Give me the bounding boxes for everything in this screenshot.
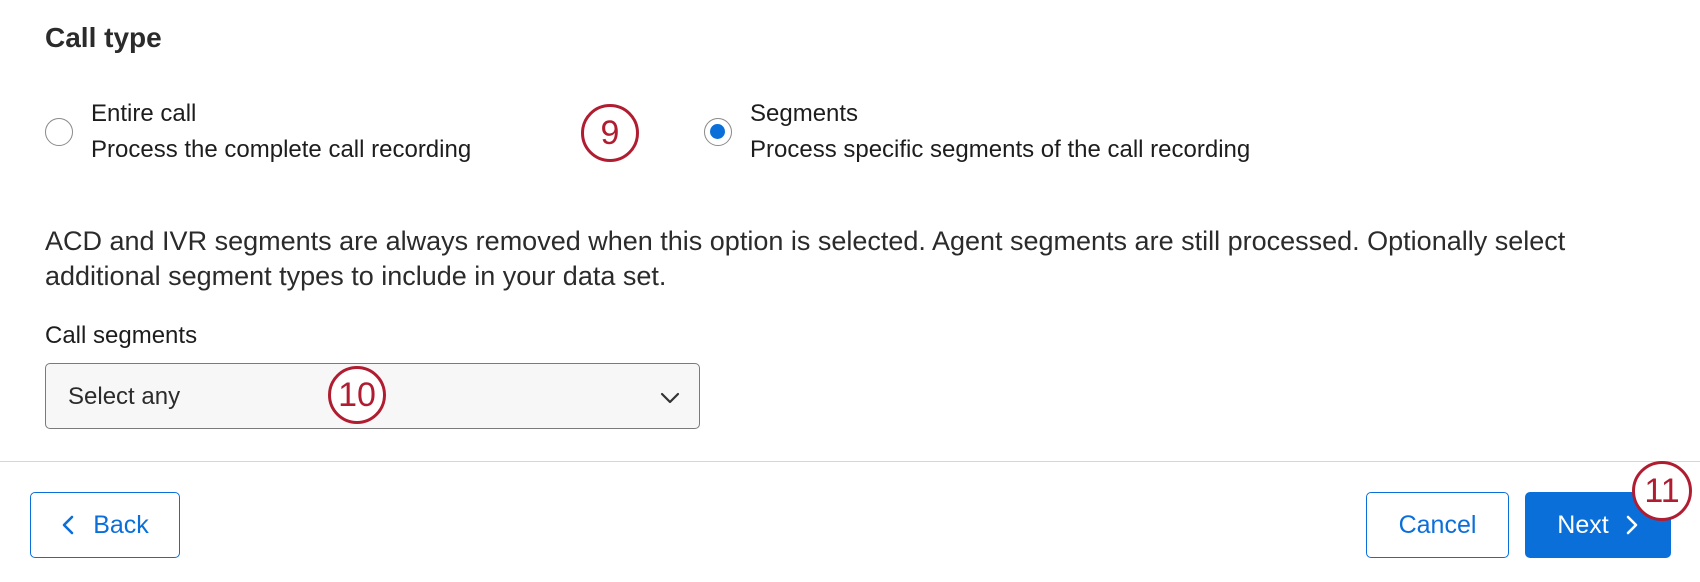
radio-button-checked[interactable]	[704, 118, 732, 146]
radio-label-entire-call: Entire call Process the complete call re…	[91, 96, 471, 168]
cancel-button[interactable]: Cancel	[1366, 492, 1509, 558]
chevron-down-icon	[660, 392, 680, 404]
back-button[interactable]: Back	[30, 492, 180, 558]
footer-divider	[0, 461, 1700, 462]
chevron-left-icon	[62, 515, 74, 535]
info-text: ACD and IVR segments are always removed …	[45, 226, 1566, 291]
chevron-right-icon	[1626, 515, 1638, 535]
option-description: Process specific segments of the call re…	[750, 136, 1251, 163]
callout-11: 11	[1632, 461, 1692, 521]
option-description: Process the complete call recording	[91, 136, 472, 163]
radio-entire-call[interactable]: Entire call Process the complete call re…	[45, 96, 471, 168]
option-title: Segments	[750, 100, 859, 127]
callout-9: 9	[581, 104, 639, 162]
option-title: Entire call	[91, 100, 197, 127]
select-placeholder: Select any	[68, 383, 181, 410]
cancel-label: Cancel	[1398, 510, 1477, 539]
back-label: Back	[93, 510, 149, 539]
section-title: Call type	[45, 22, 162, 53]
callout-10: 10	[328, 366, 386, 424]
radio-segments[interactable]: Segments Process specific segments of th…	[704, 96, 1250, 168]
call-segments-label: Call segments	[45, 322, 198, 349]
radio-button-unchecked[interactable]	[45, 118, 73, 146]
radio-label-segments: Segments Process specific segments of th…	[750, 96, 1250, 168]
next-label: Next	[1557, 510, 1609, 539]
